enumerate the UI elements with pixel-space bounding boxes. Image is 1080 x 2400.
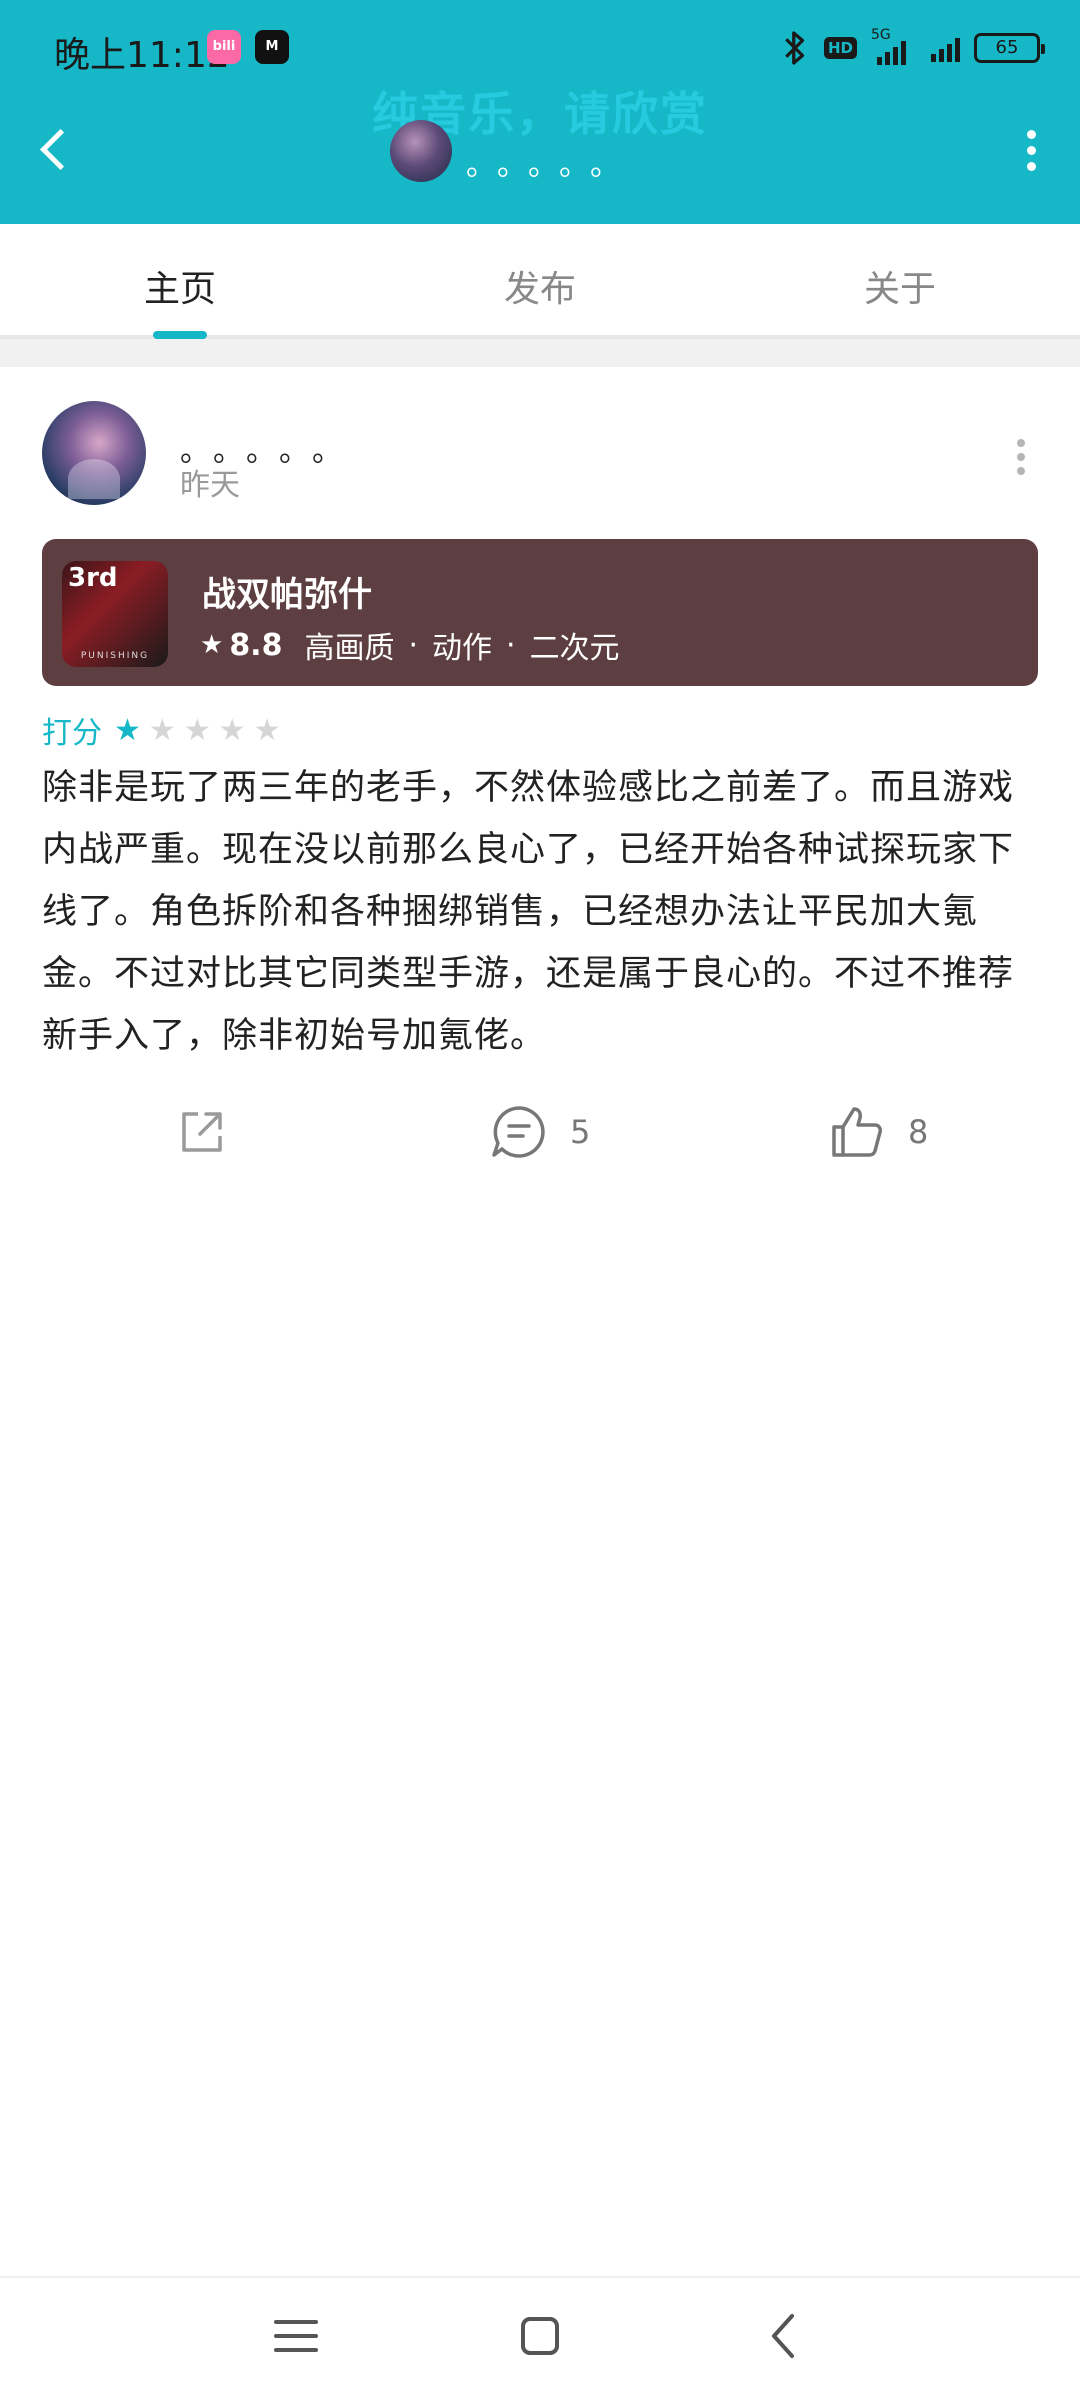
profile-tabs: 主页 发布 关于 — [0, 224, 1080, 339]
rating-star-icon: ★ — [114, 712, 141, 748]
rating-row: 打分 ★ ★ ★ ★ ★ — [42, 708, 289, 752]
post-more-icon[interactable] — [1014, 437, 1028, 477]
battery-icon: 65 — [974, 33, 1045, 63]
game-card[interactable]: 3rd PUNISHING 战双帕弥什 ★ 8.8 高画质 · 动作 · 二次元 — [42, 539, 1038, 686]
share-button[interactable] — [174, 1100, 230, 1164]
back-triangle-icon[interactable] — [754, 2306, 814, 2366]
rating-star-icon: ★ — [253, 712, 281, 748]
header-avatar[interactable] — [390, 120, 452, 182]
thumbs-up-icon — [832, 1107, 882, 1157]
comment-button[interactable]: 5 — [490, 1100, 590, 1164]
page-title: 纯音乐，请欣赏 — [372, 87, 708, 141]
rating-star-icon: ★ — [218, 712, 246, 748]
status-time: 晚上11:12 — [54, 35, 230, 76]
share-icon — [182, 1112, 222, 1152]
top-app-bar: 晚上11:12 bili M HD 5G 65 纯音乐，请欣赏 。。。。。 — [0, 0, 1080, 224]
signal-5g-icon: 5G — [871, 27, 917, 65]
like-button[interactable]: 8 — [828, 1100, 928, 1164]
tab-home[interactable]: 主页 — [0, 224, 360, 339]
game-tag: 二次元 — [529, 631, 620, 666]
rating-star-icon: ★ — [148, 712, 176, 748]
tab-posts[interactable]: 发布 — [360, 224, 720, 335]
comment-count: 5 — [570, 1113, 591, 1151]
status-indicators: HD 5G 65 — [780, 27, 1045, 68]
game-icon: 3rd PUNISHING — [62, 561, 168, 667]
game-icon-text: PUNISHING — [80, 651, 150, 661]
signal-strength-icon — [931, 34, 960, 62]
game-tag: 动作 — [432, 631, 493, 666]
menu-icon[interactable] — [266, 2306, 326, 2366]
bilibili-notification-icon: bili — [207, 30, 241, 64]
game-icon-badge: 3rd — [68, 563, 118, 593]
game-score: 8.8 — [229, 627, 283, 663]
tab-about[interactable]: 关于 — [720, 224, 1080, 335]
post-actions: 5 8 — [0, 1100, 1080, 1164]
rating-stars: ★ ★ ★ ★ ★ — [114, 713, 289, 748]
post-avatar[interactable] — [42, 401, 146, 505]
review-text: 除非是玩了两三年的老手，不然体验感比之前差了。而且游戏内战严重。现在没以前那么良… — [42, 768, 1015, 1056]
rating-label: 打分 — [42, 716, 102, 751]
more-vertical-icon[interactable] — [1016, 126, 1046, 174]
tag-separator: · — [506, 627, 516, 663]
system-nav-bar — [0, 2276, 1080, 2400]
section-divider — [0, 339, 1080, 367]
bluetooth-icon — [785, 31, 805, 65]
game-tag: 高画质 — [304, 631, 395, 666]
game-name: 战双帕弥什 — [202, 575, 372, 615]
tag-separator: · — [408, 627, 419, 663]
hd-voice-icon: HD — [823, 37, 857, 59]
home-square-icon[interactable] — [510, 2306, 570, 2366]
rating-star-icon: ★ — [183, 712, 211, 748]
comment-icon — [492, 1106, 545, 1158]
post-date: 昨天 — [180, 468, 240, 503]
game-meta: ★ 8.8 高画质 · 动作 · 二次元 — [200, 623, 620, 667]
header-username: 。。。。。 — [466, 148, 636, 183]
music-notification-icon: M — [255, 30, 289, 64]
like-count: 8 — [908, 1113, 929, 1151]
star-icon: ★ — [200, 630, 224, 660]
